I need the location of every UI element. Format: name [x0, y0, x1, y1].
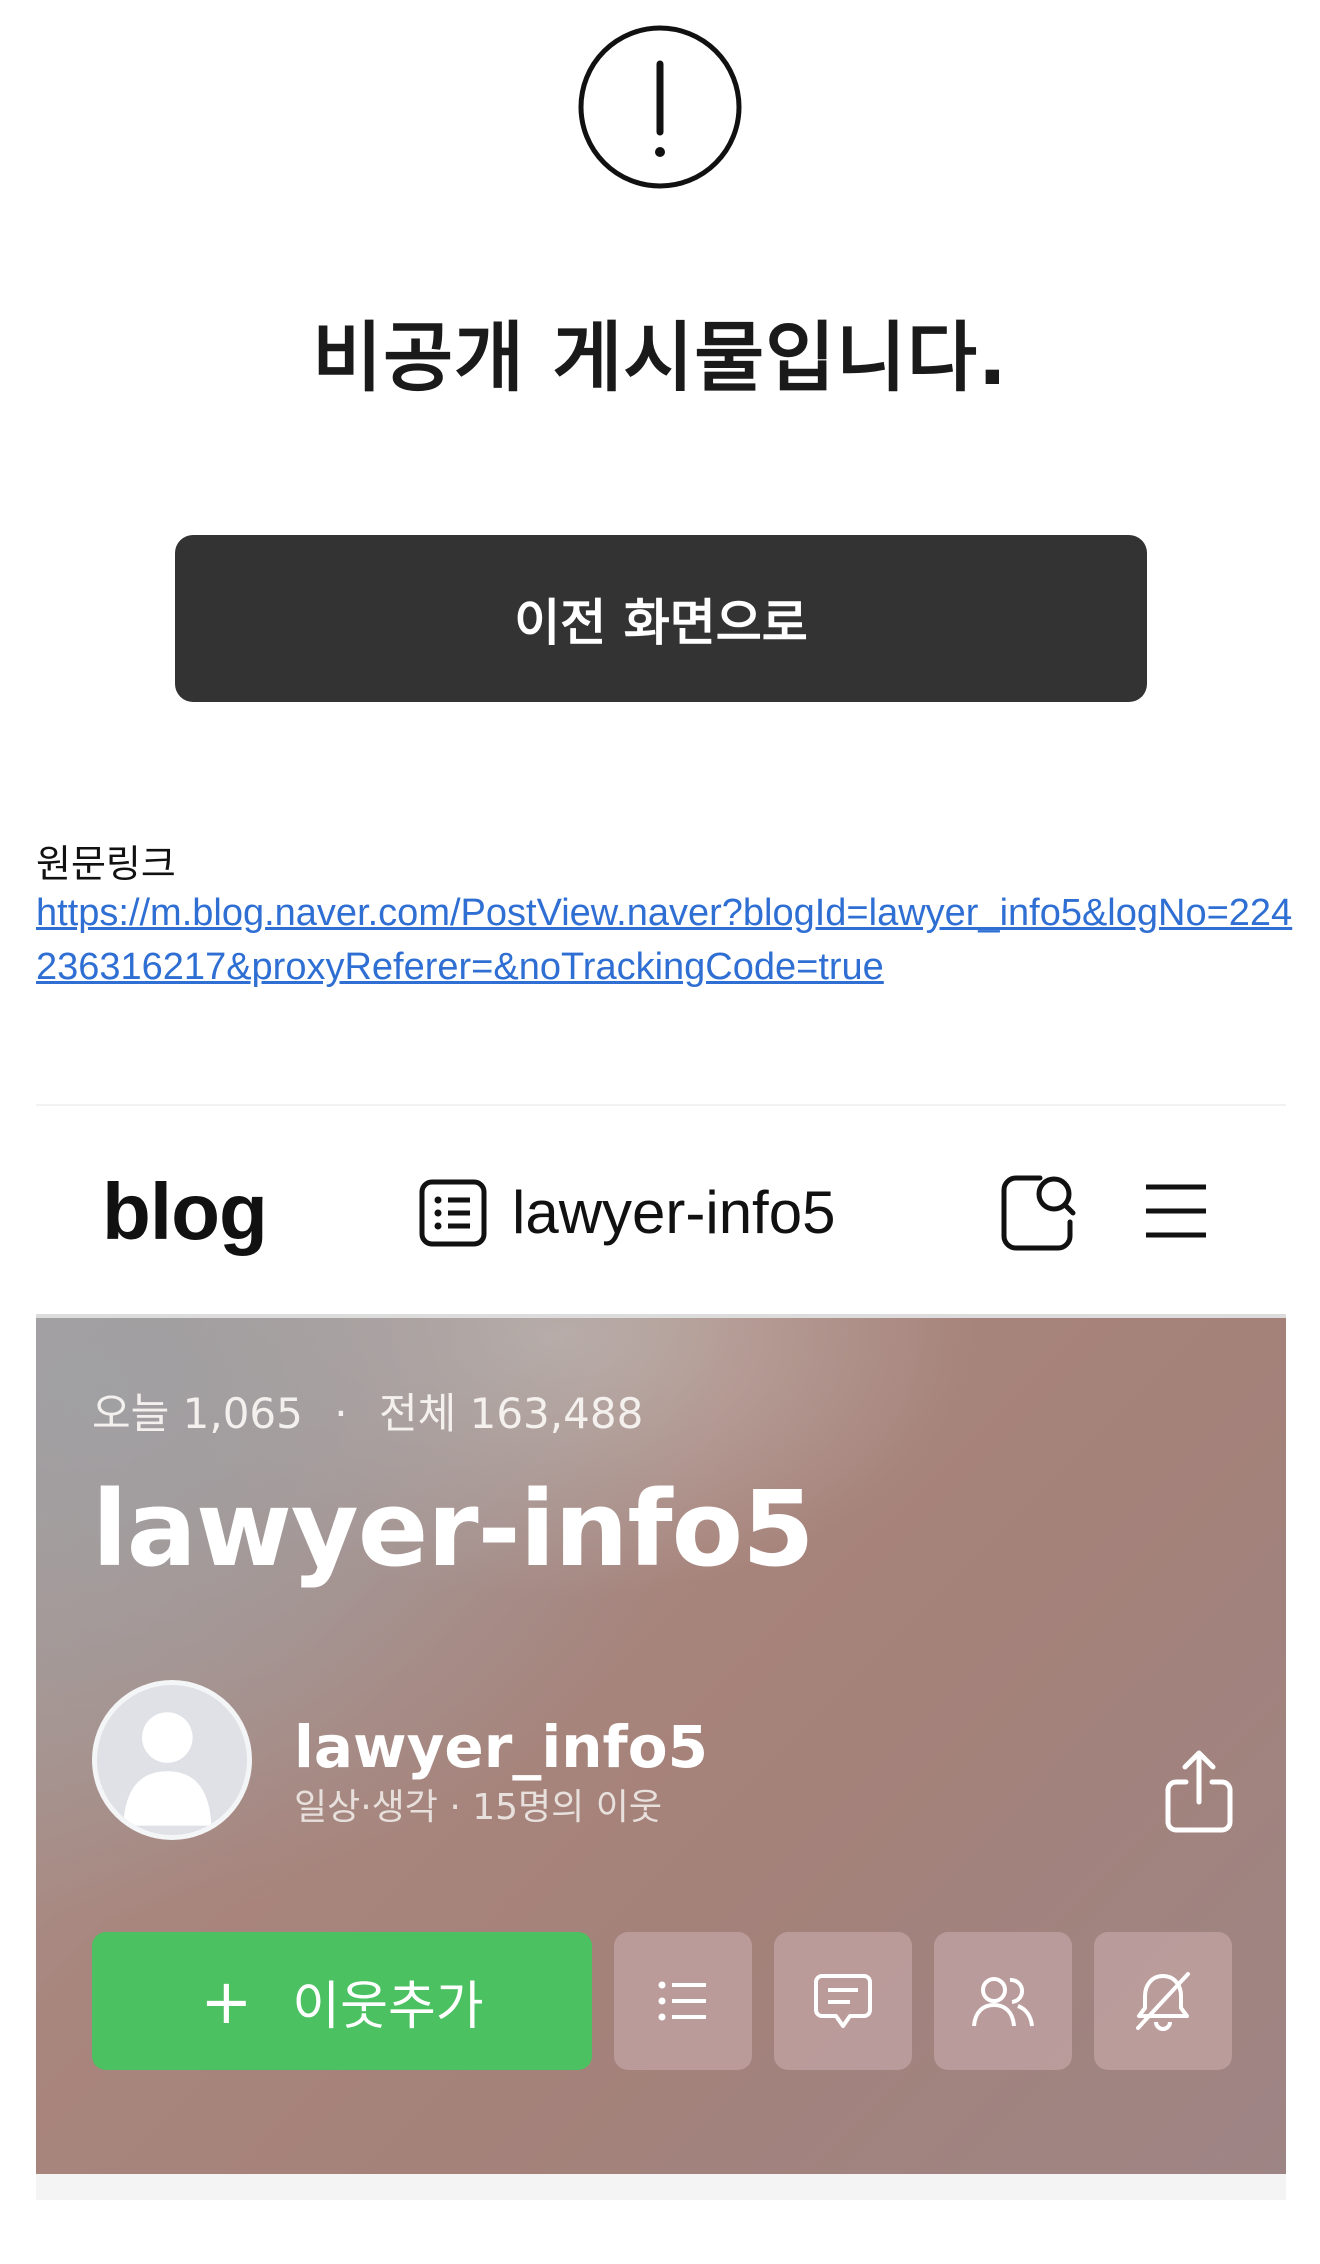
notification-off-button[interactable]: [1094, 1932, 1232, 2070]
profile-name[interactable]: lawyer_info5: [294, 1713, 708, 1781]
blog-name[interactable]: lawyer-info5: [512, 1178, 835, 1247]
comment-icon: [814, 1974, 872, 2028]
today-count: 1,065: [182, 1389, 303, 1438]
list-icon: [658, 1981, 706, 2021]
share-icon[interactable]: [1162, 1748, 1236, 1834]
post-list-icon[interactable]: [418, 1178, 488, 1248]
guestbook-button[interactable]: [774, 1932, 912, 2070]
profile-meta: 일상·생각 · 15명의 이웃: [294, 1787, 662, 1828]
category-list-button[interactable]: [614, 1932, 752, 2070]
total-label: 전체: [378, 1389, 457, 1438]
add-neighbor-label: 이웃추가: [292, 1976, 484, 2037]
hamburger-menu-icon[interactable]: [1144, 1182, 1208, 1240]
blog-logo[interactable]: blog: [102, 1166, 268, 1258]
original-link[interactable]: https://m.blog.naver.com/PostView.naver?…: [36, 886, 1296, 994]
back-button[interactable]: 이전 화면으로: [175, 535, 1147, 702]
plus-icon: +: [200, 1964, 253, 2038]
search-icon[interactable]: [1000, 1170, 1076, 1252]
people-icon: [972, 1977, 1034, 2027]
add-neighbor-button[interactable]: + 이웃추가: [92, 1932, 592, 2070]
divider: [36, 2174, 1286, 2200]
bell-off-icon: [1136, 1972, 1190, 2031]
original-link-label: 원문링크: [36, 842, 176, 886]
blog-banner: 오늘 1,065 · 전체 163,488 lawyer-info5 lawye…: [36, 1318, 1286, 2174]
separator: ·: [334, 1389, 348, 1438]
visitor-stats: 오늘 1,065 · 전체 163,488: [92, 1380, 643, 1441]
page-title: 비공개 게시물입니다.: [312, 313, 1008, 402]
today-label: 오늘: [92, 1389, 170, 1438]
blog-title: lawyer-info5: [92, 1468, 814, 1590]
avatar[interactable]: [92, 1680, 252, 1840]
neighbors-button[interactable]: [934, 1932, 1072, 2070]
total-count: 163,488: [469, 1389, 644, 1438]
default-avatar-icon: [123, 1712, 212, 1826]
blog-header: blog lawyer-info5: [36, 1106, 1286, 1318]
exclamation-circle-icon: [578, 25, 742, 189]
